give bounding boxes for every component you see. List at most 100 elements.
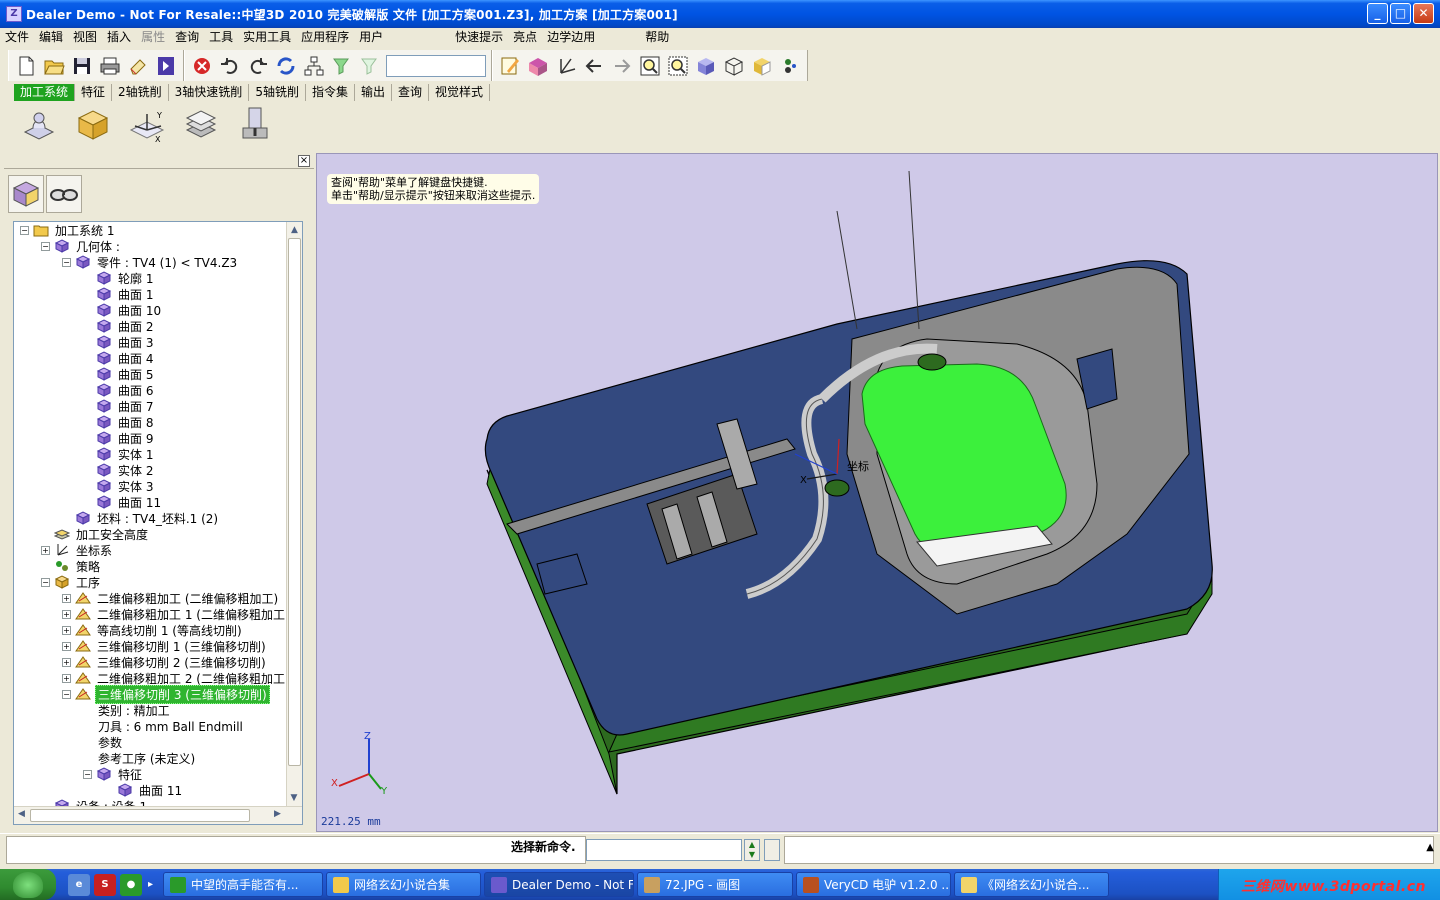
mode-tab[interactable]: 2轴铣削 [112, 83, 169, 101]
start-button[interactable] [0, 869, 56, 900]
menu-item[interactable]: 边学边用 [542, 29, 600, 46]
taskbar-button[interactable]: 网络玄幻小说合集 [326, 872, 482, 897]
filter-icon[interactable] [329, 53, 355, 79]
tree-node[interactable]: + 三维偏移切削 2 (三维偏移切削) [14, 654, 286, 670]
app-green-icon[interactable]: ● [120, 873, 142, 896]
filter-input[interactable] [386, 54, 486, 77]
tree-node[interactable]: 参考工序 (未定义) [14, 750, 286, 766]
command-input[interactable] [586, 839, 742, 861]
datum-icon[interactable] [525, 53, 551, 79]
collapse-icon[interactable]: − [62, 257, 71, 267]
eraser-icon[interactable] [125, 53, 151, 79]
tree-node[interactable]: 设备 : 设备 1 [14, 798, 286, 806]
expand-icon[interactable]: + [62, 673, 71, 683]
shaded-view-icon[interactable] [693, 53, 719, 79]
mode-tab[interactable]: 输出 [355, 83, 392, 101]
undo-icon[interactable] [217, 53, 243, 79]
redo-icon[interactable] [245, 53, 271, 79]
tree-node[interactable]: 曲面 9 [14, 430, 286, 446]
zoom-all-icon[interactable] [637, 53, 663, 79]
mode-tab[interactable]: 5轴铣削 [249, 83, 306, 101]
tree-node[interactable]: 曲面 2 [14, 318, 286, 334]
expand-up-icon[interactable]: ▲ [1426, 842, 1434, 853]
taskbar-button[interactable]: 72.JPG - 画图 [637, 872, 794, 897]
save-icon[interactable] [69, 53, 95, 79]
axis-icon[interactable] [553, 53, 579, 79]
history-manager-tab[interactable] [8, 175, 44, 213]
new-file-icon[interactable] [13, 53, 39, 79]
tree-node[interactable]: − 零件 : TV4 (1) < TV4.Z3 [14, 254, 286, 270]
print-icon[interactable] [97, 53, 123, 79]
collapse-icon[interactable]: − [41, 241, 50, 251]
expand-icon[interactable]: + [62, 593, 71, 603]
tree-node[interactable]: 参数 [14, 734, 286, 750]
taskbar-button[interactable]: 《网络玄幻小说合... [954, 872, 1110, 897]
wireframe-view-icon[interactable] [721, 53, 747, 79]
display-manager-tab[interactable] [46, 175, 82, 213]
menu-item[interactable]: 用户 [354, 29, 388, 46]
taskbar-button[interactable]: 中望的高手能否有... [163, 872, 324, 897]
expand-icon[interactable]: + [62, 641, 71, 651]
tree-node[interactable]: + 三维偏移切削 1 (三维偏移切削) [14, 638, 286, 654]
scroll-right-icon[interactable]: ▶ [274, 809, 281, 819]
tree-vertical-scrollbar[interactable]: ▲ ▼ [286, 222, 302, 806]
menu-item[interactable]: 工具 [204, 29, 238, 46]
forward-arrow-icon[interactable] [609, 53, 635, 79]
hscroll-thumb[interactable] [30, 809, 250, 822]
tree-node[interactable]: 曲面 11 [14, 494, 286, 510]
tree-node[interactable]: + 等高线切削 1 (等高线切削) [14, 622, 286, 638]
tree-horizontal-scrollbar[interactable]: ◀ ▶ [14, 806, 302, 824]
collapse-icon[interactable]: − [62, 689, 71, 699]
collapse-icon[interactable]: − [41, 577, 50, 587]
mode-tab[interactable]: 3轴快速铣削 [169, 83, 250, 101]
zoom-window-icon[interactable] [665, 53, 691, 79]
minimize-button[interactable]: _ [1367, 3, 1388, 24]
menu-item[interactable]: 编辑 [34, 29, 68, 46]
open-folder-icon[interactable] [41, 53, 67, 79]
view-orient-icon[interactable] [749, 53, 775, 79]
history-tree-icon[interactable] [301, 53, 327, 79]
app-sw-icon[interactable]: S [94, 873, 116, 896]
scroll-up-icon[interactable]: ▲ [287, 222, 302, 238]
command-spinner[interactable]: ▲ ▼ [744, 839, 760, 861]
tree-node[interactable]: 曲面 11 [14, 782, 286, 798]
menu-item[interactable]: 属性 [136, 29, 170, 46]
maximize-button[interactable]: □ [1390, 3, 1411, 24]
stop-icon[interactable] [189, 53, 215, 79]
tree-node[interactable]: + 坐标系 [14, 542, 286, 558]
expand-icon[interactable]: + [41, 545, 50, 555]
3d-viewport[interactable]: X 坐标 Z X Y 查阅"帮助"菜单了解键盘快捷键. 单击"帮助/显示提示"按… [316, 153, 1438, 832]
close-button[interactable]: ✕ [1413, 3, 1434, 24]
sketch-icon[interactable] [497, 53, 523, 79]
menu-item[interactable]: 应用程序 [296, 29, 354, 46]
tree-node[interactable]: 曲面 4 [14, 350, 286, 366]
ie-icon[interactable]: e [68, 873, 90, 896]
stock-icon[interactable] [68, 102, 118, 146]
quick-launch-expand-icon[interactable]: ▸ [148, 879, 153, 890]
command-options-icon[interactable] [764, 839, 780, 861]
tree-node[interactable]: 加工安全高度 [14, 526, 286, 542]
tree-node[interactable]: − 加工系统 1 [14, 222, 286, 238]
tree-node[interactable]: 曲面 5 [14, 366, 286, 382]
coordinate-system-icon[interactable]: YX [122, 102, 172, 146]
model-drawing[interactable]: X 坐标 Z X Y [317, 154, 1438, 832]
tree-node[interactable]: 刀具 : 6 mm Ball Endmill [14, 718, 286, 734]
tree-node[interactable]: 实体 2 [14, 462, 286, 478]
expand-icon[interactable]: + [62, 625, 71, 635]
collapse-icon[interactable]: − [20, 225, 29, 235]
part-icon[interactable] [14, 102, 64, 146]
panel-close-icon[interactable]: × [298, 155, 310, 167]
mode-tab[interactable]: 视觉样式 [429, 83, 491, 101]
expand-icon[interactable]: + [62, 657, 71, 667]
tree-node[interactable]: 曲面 10 [14, 302, 286, 318]
tree-node[interactable]: + 二维偏移粗加工 (二维偏移粗加工) [14, 590, 286, 606]
tree-node[interactable]: − 三维偏移切削 3 (三维偏移切削) [14, 684, 286, 704]
menu-item[interactable]: 快速提示 [450, 29, 508, 46]
tree-node[interactable]: 类别 : 精加工 [14, 702, 286, 718]
mode-tab[interactable]: 特征 [75, 83, 113, 101]
taskbar-button[interactable]: VeryCD 电驴 v1.2.0 ... [796, 872, 952, 897]
collapse-icon[interactable]: − [83, 769, 92, 779]
tree-node[interactable]: − 特征 [14, 766, 286, 782]
exit-icon[interactable] [153, 53, 179, 79]
scroll-left-icon[interactable]: ◀ [18, 809, 25, 819]
